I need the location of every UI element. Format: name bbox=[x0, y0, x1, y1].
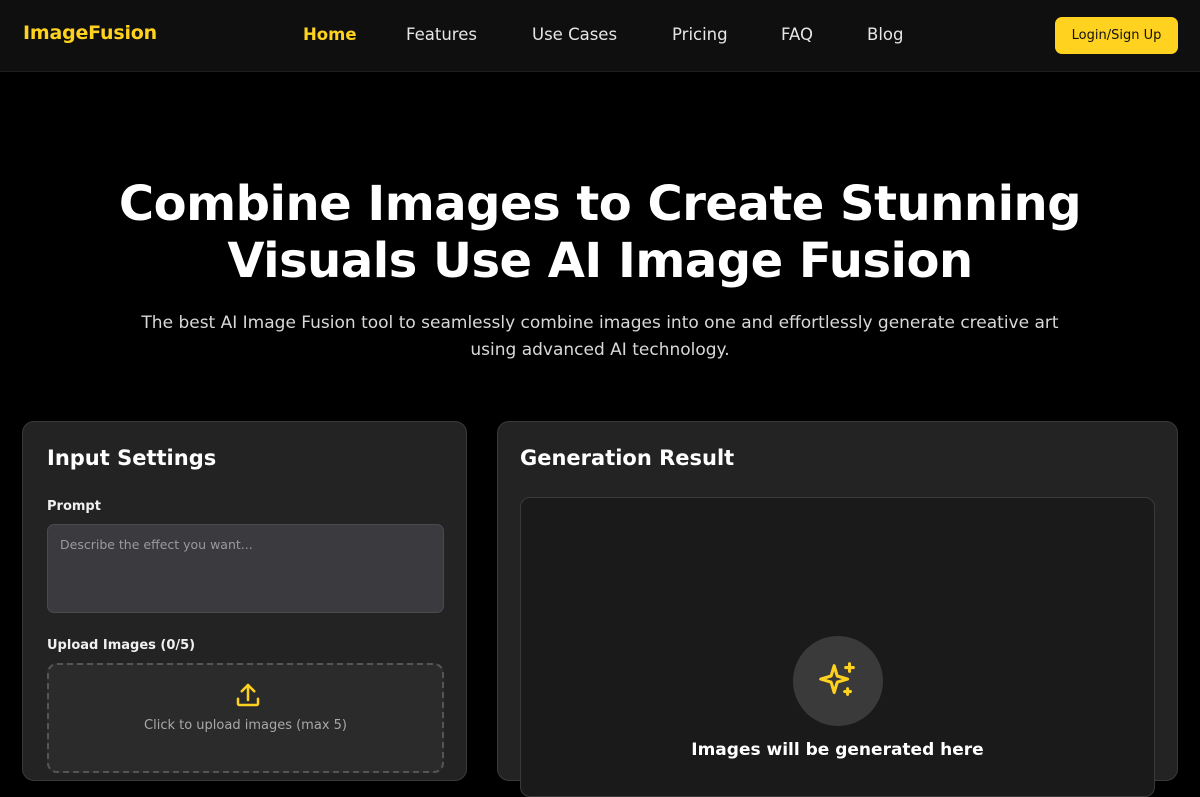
generation-result-title: Generation Result bbox=[520, 446, 735, 470]
logo[interactable]: ImageFusion bbox=[23, 22, 157, 44]
prompt-input[interactable] bbox=[47, 524, 444, 613]
login-signup-button[interactable]: Login/Sign Up bbox=[1055, 17, 1178, 54]
nav-use-cases[interactable]: Use Cases bbox=[532, 25, 617, 44]
upload-hint: Click to upload images (max 5) bbox=[144, 718, 347, 733]
generation-result-panel: Generation Result Images will be generat… bbox=[497, 421, 1178, 797]
hero-title: Combine Images to Create Stunning Visual… bbox=[0, 176, 1200, 290]
result-placeholder-text: Images will be generated here bbox=[691, 740, 984, 760]
sparkle-badge bbox=[793, 636, 883, 726]
nav-home[interactable]: Home bbox=[303, 25, 357, 44]
upload-images-label: Upload Images (0/5) bbox=[47, 638, 196, 653]
hero-subtitle-line-1: The best AI Image Fusion tool to seamles… bbox=[141, 313, 1059, 333]
hero-subtitle: The best AI Image Fusion tool to seamles… bbox=[80, 310, 1120, 364]
hero-subtitle-line-2: using advanced AI technology. bbox=[470, 340, 730, 360]
input-settings-panel: Input Settings Prompt Upload Images (0/5… bbox=[22, 421, 467, 781]
nav-blog[interactable]: Blog bbox=[867, 25, 903, 44]
site-header: ImageFusion Home Features Use Cases Pric… bbox=[0, 0, 1200, 72]
nav-faq[interactable]: FAQ bbox=[781, 25, 813, 44]
prompt-label: Prompt bbox=[47, 499, 101, 514]
input-settings-title: Input Settings bbox=[47, 446, 217, 470]
result-preview-area: Images will be generated here bbox=[520, 497, 1155, 797]
sparkle-icon bbox=[819, 662, 855, 696]
nav-pricing[interactable]: Pricing bbox=[672, 25, 728, 44]
upload-dropzone[interactable]: Click to upload images (max 5) bbox=[47, 663, 444, 773]
hero-title-line-1: Combine Images to Create Stunning bbox=[118, 176, 1082, 232]
hero-title-line-2: Visuals Use AI Image Fusion bbox=[227, 233, 973, 289]
upload-icon bbox=[236, 683, 260, 707]
nav-features[interactable]: Features bbox=[406, 25, 477, 44]
